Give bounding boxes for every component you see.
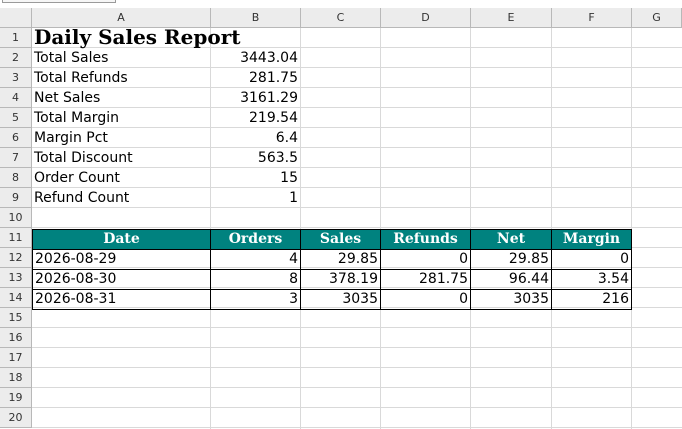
table-cell[interactable]: 2026-08-31 [32, 289, 211, 310]
table-cell[interactable]: 8 [210, 269, 301, 290]
table-cell[interactable]: 0 [551, 249, 632, 270]
summary-label[interactable]: Refund Count [32, 188, 210, 208]
table-cell[interactable]: 4 [210, 249, 301, 270]
table-cell[interactable]: 378.19 [300, 269, 381, 290]
table-cell[interactable]: 281.75 [380, 269, 471, 290]
summary-value[interactable]: 563.5 [210, 148, 300, 168]
row-header[interactable]: 2 [0, 48, 32, 68]
row-header[interactable]: 3 [0, 68, 32, 88]
grid-line [32, 367, 682, 368]
row-header[interactable]: 1 [0, 28, 32, 48]
table-cell[interactable]: 29.85 [300, 249, 381, 270]
column-header-c[interactable]: C [301, 8, 381, 28]
summary-value[interactable]: 219.54 [210, 108, 300, 128]
table-header-refunds[interactable]: Refunds [380, 229, 471, 250]
grid-line [32, 407, 682, 408]
table-header-net[interactable]: Net [470, 229, 552, 250]
row-header[interactable]: 17 [0, 348, 32, 368]
row-header[interactable]: 20 [0, 408, 32, 428]
row-header[interactable]: 13 [0, 268, 32, 288]
summary-label[interactable]: Order Count [32, 168, 210, 188]
summary-value[interactable]: 1 [210, 188, 300, 208]
table-cell[interactable]: 216 [551, 289, 632, 310]
grid-line [32, 347, 682, 348]
table-cell[interactable]: 0 [380, 289, 471, 310]
column-header-f[interactable]: F [552, 8, 632, 28]
table-header-orders[interactable]: Orders [210, 229, 301, 250]
row-header[interactable]: 7 [0, 148, 32, 168]
row-header[interactable]: 16 [0, 328, 32, 348]
table-cell[interactable]: 2026-08-29 [32, 249, 211, 270]
table-cell[interactable]: 2026-08-30 [32, 269, 211, 290]
summary-value[interactable]: 3161.29 [210, 88, 300, 108]
grid-line [32, 427, 682, 428]
row-header[interactable]: 11 [0, 228, 32, 248]
row-header[interactable]: 6 [0, 128, 32, 148]
summary-value[interactable]: 3443.04 [210, 48, 300, 68]
summary-label[interactable]: Total Margin [32, 108, 210, 128]
row-header[interactable]: 15 [0, 308, 32, 328]
formula-bar-strip [0, 0, 682, 8]
row-header[interactable]: 12 [0, 248, 32, 268]
summary-label[interactable]: Total Refunds [32, 68, 210, 88]
table-cell[interactable]: 96.44 [470, 269, 552, 290]
row-header[interactable]: 9 [0, 188, 32, 208]
report-title[interactable]: Daily Sales Report [32, 27, 292, 48]
row-header[interactable]: 8 [0, 168, 32, 188]
grid-line [32, 387, 682, 388]
column-header-g[interactable]: G [632, 8, 682, 28]
summary-value[interactable]: 15 [210, 168, 300, 188]
summary-label[interactable]: Total Sales [32, 48, 210, 68]
table-cell[interactable]: 3.54 [551, 269, 632, 290]
row-header[interactable]: 10 [0, 208, 32, 228]
row-header[interactable]: 18 [0, 368, 32, 388]
row-header[interactable]: 19 [0, 388, 32, 408]
summary-label[interactable]: Margin Pct [32, 128, 210, 148]
grid-line [32, 227, 682, 228]
table-cell[interactable]: 3 [210, 289, 301, 310]
table-cell[interactable]: 3035 [470, 289, 552, 310]
row-header[interactable]: 5 [0, 108, 32, 128]
summary-value[interactable]: 281.75 [210, 68, 300, 88]
table-cell[interactable]: 29.85 [470, 249, 552, 270]
name-box[interactable] [2, 0, 116, 3]
summary-value[interactable]: 6.4 [210, 128, 300, 148]
table-cell[interactable]: 0 [380, 249, 471, 270]
select-all-corner[interactable] [0, 8, 32, 28]
summary-label[interactable]: Net Sales [32, 88, 210, 108]
column-header-d[interactable]: D [381, 8, 471, 28]
table-header-date[interactable]: Date [32, 229, 211, 250]
column-header-e[interactable]: E [471, 8, 552, 28]
table-header-margin[interactable]: Margin [551, 229, 632, 250]
row-header[interactable]: 4 [0, 88, 32, 108]
table-header-sales[interactable]: Sales [300, 229, 381, 250]
grid-line [32, 327, 682, 328]
row-header[interactable]: 14 [0, 288, 32, 308]
summary-label[interactable]: Total Discount [32, 148, 210, 168]
table-cell[interactable]: 3035 [300, 289, 381, 310]
